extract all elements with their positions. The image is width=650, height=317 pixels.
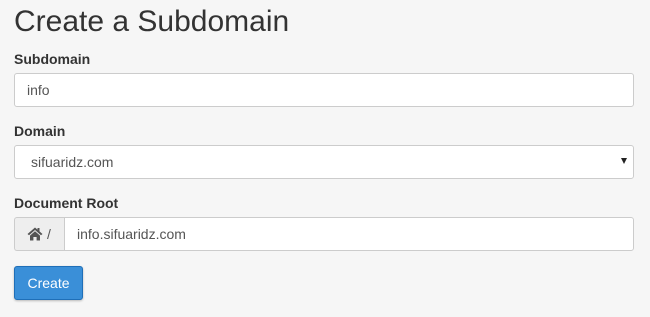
page-title: Create a Subdomain	[14, 5, 290, 38]
document-root-prefix: /	[47, 226, 51, 242]
caret-down-icon	[621, 158, 627, 164]
document-root-label: Document Root	[14, 195, 119, 211]
domain-select-value: sifuaridz.com	[31, 154, 114, 170]
document-root-group: /	[14, 217, 634, 251]
create-button[interactable]: Create	[14, 266, 83, 300]
document-root-addon: /	[14, 217, 64, 251]
domain-select[interactable]: sifuaridz.com	[14, 145, 634, 179]
document-root-input[interactable]	[64, 217, 634, 251]
home-icon	[27, 227, 43, 241]
subdomain-input[interactable]	[14, 73, 634, 107]
domain-label: Domain	[14, 123, 66, 139]
subdomain-label: Subdomain	[14, 51, 91, 67]
